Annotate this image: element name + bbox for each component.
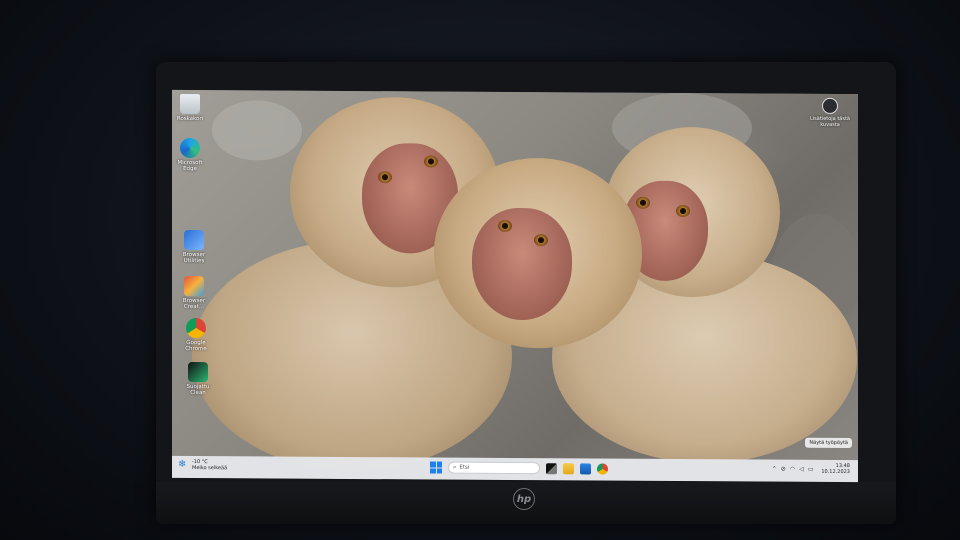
monkey-middle-eye	[534, 234, 548, 247]
capcut-icon	[188, 362, 208, 383]
widget-label: Lisätietoja tästä kuvasta	[810, 115, 850, 128]
clock[interactable]: 13.48 10.12.2023	[821, 463, 850, 475]
desktop-icon-label: Microsoft Edge	[177, 159, 203, 173]
store-icon[interactable]	[580, 462, 591, 474]
taskbar-center: ⌕ Etsi	[430, 461, 608, 475]
chrome-icon[interactable]	[597, 463, 608, 475]
camera-icon	[822, 97, 838, 114]
browser-utilities-icon	[184, 229, 204, 251]
browser-creator-icon	[184, 275, 204, 297]
rock-shape	[212, 100, 302, 161]
desktop-icon-browser-creator[interactable]: Browser Creat...	[174, 275, 214, 311]
edge-icon	[180, 137, 200, 159]
desktop-icon-chrome[interactable]: Google Chrome	[176, 317, 216, 353]
wallpaper-snow-monkeys: Roskakori Microsoft Edge Browser Utiliti…	[172, 89, 858, 472]
weather-condition: Melko selkeää	[192, 465, 228, 472]
recycle-bin-icon	[180, 93, 200, 115]
laptop-screen: Roskakori Microsoft Edge Browser Utiliti…	[172, 89, 858, 483]
chrome-icon	[186, 317, 206, 339]
learn-about-picture[interactable]: Lisätietoja tästä kuvasta	[808, 97, 852, 128]
volume-icon[interactable]: ◁	[799, 465, 804, 472]
search-box[interactable]: ⌕ Etsi	[448, 461, 540, 475]
chevron-up-icon[interactable]: ⌃	[772, 465, 777, 472]
monkey-right-eye	[676, 204, 690, 218]
wifi-icon[interactable]: ◠	[790, 465, 795, 472]
snowflake-icon: ❄	[178, 458, 187, 470]
desktop-icon-browser-utilities[interactable]: Browser Utilities	[174, 229, 214, 265]
search-placeholder: Etsi	[459, 464, 470, 471]
network-icon[interactable]: ⊘	[781, 465, 786, 472]
monkey-middle-face	[472, 207, 572, 321]
weather-widget[interactable]: ❄ -10 °C Melko selkeää	[178, 459, 227, 471]
desktop-icon-label: Roskakori	[176, 115, 204, 123]
start-button[interactable]	[430, 461, 442, 474]
desktop-icon-label: Google Chrome	[185, 339, 207, 353]
desktop-icon-edge[interactable]: Microsoft Edge	[172, 137, 210, 173]
clock-date: 10.12.2023	[821, 468, 850, 476]
desktop-icon-label: Browser Creat...	[182, 297, 206, 311]
taskbar: ❄ -10 °C Melko selkeää ⌕ Etsi ⌃ ⊘ ◠ ◁ ▭ …	[172, 455, 858, 483]
monkey-left-eye	[378, 171, 392, 184]
desktop-icon-capcut[interactable]: Suojattu Clean	[178, 362, 218, 396]
desktop-icon-recycle-bin[interactable]: Roskakori	[172, 93, 210, 123]
desktop-icon-label: Suojattu Clean	[186, 383, 210, 397]
task-view-icon[interactable]	[546, 462, 557, 474]
search-icon: ⌕	[453, 463, 457, 471]
hp-logo: hp	[513, 488, 535, 510]
show-desktop-tooltip: Näytä työpöytä	[805, 437, 852, 449]
battery-icon[interactable]: ▭	[808, 465, 814, 472]
monkey-right-eye	[636, 196, 650, 209]
system-tray: ⌃ ⊘ ◠ ◁ ▭ 13.48 10.12.2023	[772, 463, 850, 475]
monkey-left-eye	[424, 155, 438, 168]
monkey-middle-eye	[498, 219, 512, 232]
file-explorer-icon[interactable]	[563, 462, 574, 474]
desktop-icon-label: Browser Utilities	[182, 251, 206, 265]
